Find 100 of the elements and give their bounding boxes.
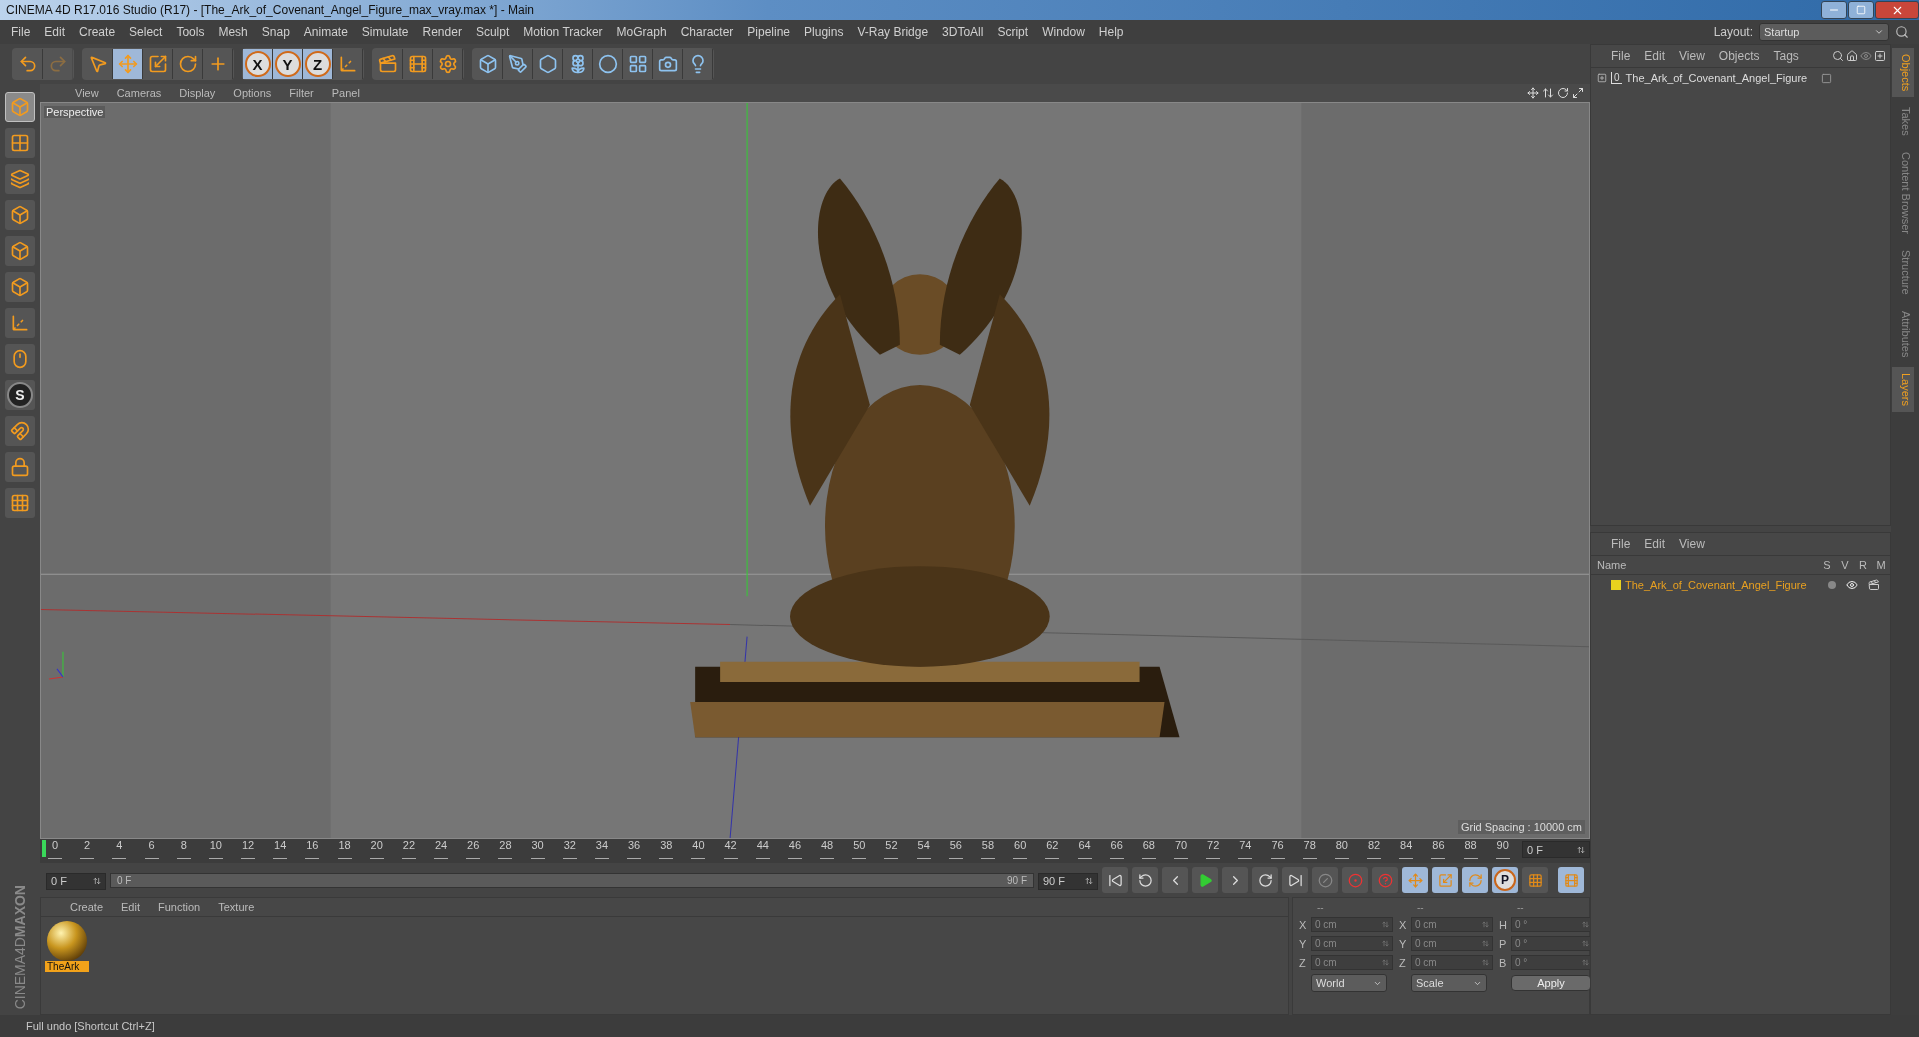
menu-item[interactable]: Pipeline bbox=[740, 25, 798, 39]
home-icon[interactable] bbox=[1846, 50, 1858, 62]
menu-item[interactable]: Character bbox=[673, 25, 741, 39]
viewport[interactable]: Perspective Grid Spacing : 10000 cm bbox=[40, 102, 1590, 839]
search-icon[interactable] bbox=[1832, 50, 1844, 62]
playhead-marker[interactable] bbox=[42, 840, 46, 857]
mode-dropdown[interactable]: Scale bbox=[1411, 974, 1487, 992]
menu-item[interactable]: MoGraph bbox=[609, 25, 674, 39]
mode-button[interactable] bbox=[5, 272, 35, 302]
objects-menu-item[interactable]: Tags bbox=[1767, 49, 1805, 63]
menu-item[interactable]: Mesh bbox=[211, 25, 255, 39]
apply-button[interactable]: Apply bbox=[1511, 975, 1590, 991]
start-frame-field[interactable]: 0 F bbox=[46, 872, 106, 890]
menu-item[interactable]: V-Ray Bridge bbox=[850, 25, 936, 39]
menu-item[interactable]: Plugins bbox=[797, 25, 851, 39]
search-icon[interactable] bbox=[1895, 25, 1909, 39]
menu-item[interactable]: Snap bbox=[254, 25, 297, 39]
go-to-end-button[interactable] bbox=[1282, 867, 1308, 893]
previous-key-button[interactable] bbox=[1132, 867, 1158, 893]
side-tab[interactable]: Content Browser bbox=[1892, 146, 1914, 240]
close-button[interactable] bbox=[1875, 1, 1919, 19]
menu-item[interactable]: Sculpt bbox=[468, 25, 517, 39]
coordinate-field[interactable]: 0 ° bbox=[1511, 936, 1590, 951]
eye-icon[interactable] bbox=[1846, 579, 1858, 591]
move-tool[interactable] bbox=[113, 49, 143, 79]
dolly-icon[interactable] bbox=[1542, 87, 1554, 99]
layers-menu-item[interactable]: View bbox=[1673, 537, 1711, 551]
layers-menu-item[interactable]: File bbox=[1605, 537, 1637, 551]
coordinate-field[interactable]: 0 cm bbox=[1411, 955, 1493, 970]
menu-item[interactable]: Edit bbox=[37, 25, 73, 39]
point-level-button[interactable] bbox=[1522, 867, 1548, 893]
orbit-icon[interactable] bbox=[1557, 87, 1569, 99]
next-key-button[interactable] bbox=[1252, 867, 1278, 893]
mode-button[interactable]: S bbox=[5, 380, 35, 410]
objects-menu-item[interactable]: File bbox=[1605, 49, 1637, 63]
menu-item[interactable]: Help bbox=[1091, 25, 1131, 39]
minimize-button[interactable] bbox=[1821, 1, 1847, 19]
go-to-start-button[interactable] bbox=[1102, 867, 1128, 893]
layers-menu-item[interactable]: Edit bbox=[1638, 537, 1672, 551]
layout-dropdown[interactable]: Startup bbox=[1759, 23, 1889, 41]
play-button[interactable] bbox=[1192, 867, 1218, 893]
viewport-menu-item[interactable]: Cameras bbox=[107, 87, 171, 99]
material-menu-item[interactable]: Function bbox=[149, 901, 210, 913]
objects-menu-item[interactable]: Objects bbox=[1712, 49, 1766, 63]
material-name[interactable]: TheArk bbox=[45, 961, 89, 972]
menu-item[interactable]: 3DToAll bbox=[935, 25, 991, 39]
menu-item[interactable]: Simulate bbox=[354, 25, 416, 39]
mode-button[interactable] bbox=[5, 452, 35, 482]
viewport-menu-item[interactable]: Panel bbox=[322, 87, 369, 99]
coordinate-field[interactable]: 0 cm bbox=[1311, 936, 1393, 951]
layer-color-swatch[interactable] bbox=[1611, 580, 1621, 590]
pan-icon[interactable] bbox=[1527, 87, 1539, 99]
mode-button[interactable] bbox=[5, 416, 35, 446]
side-tab[interactable]: Takes bbox=[1892, 101, 1914, 143]
z-axis-toggle[interactable]: Z bbox=[303, 49, 333, 79]
mode-button[interactable] bbox=[5, 236, 35, 266]
side-tab[interactable]: Structure bbox=[1892, 244, 1914, 301]
material-menu-item[interactable]: Texture bbox=[209, 901, 264, 913]
menu-item[interactable]: Select bbox=[122, 25, 170, 39]
mode-button[interactable] bbox=[5, 308, 35, 338]
expand-icon[interactable] bbox=[1597, 73, 1607, 83]
y-axis-toggle[interactable]: Y bbox=[273, 49, 303, 79]
clapperboard-icon[interactable] bbox=[1868, 579, 1880, 591]
coordinate-field[interactable]: 0 cm bbox=[1411, 917, 1493, 932]
object-name[interactable]: The_Ark_of_Covenant_Angel_Figure bbox=[1625, 72, 1808, 84]
menu-item[interactable]: Tools bbox=[169, 25, 212, 39]
coordinate-field[interactable]: 0 cm bbox=[1311, 917, 1393, 932]
material-menu-item[interactable]: Create bbox=[61, 901, 113, 913]
viewport-menu-item[interactable]: Display bbox=[170, 87, 225, 99]
menu-item[interactable]: File bbox=[4, 25, 38, 39]
viewport-menu-item[interactable]: Filter bbox=[280, 87, 323, 99]
new-panel-icon[interactable] bbox=[1874, 50, 1886, 62]
mode-button[interactable] bbox=[5, 128, 35, 158]
menu-item[interactable]: Render bbox=[415, 25, 469, 39]
frame-range-slider[interactable]: 0 F 90 F bbox=[111, 873, 1033, 887]
side-tab[interactable]: Attributes bbox=[1892, 304, 1914, 364]
solo-dot[interactable] bbox=[1828, 581, 1836, 589]
mode-button[interactable] bbox=[5, 164, 35, 194]
coordinate-field[interactable]: 0 cm bbox=[1311, 955, 1393, 970]
menu-item[interactable]: Animate bbox=[296, 25, 355, 39]
end-frame-field[interactable]: 90 F bbox=[1038, 872, 1098, 890]
mode-button[interactable] bbox=[5, 200, 35, 230]
current-frame-field[interactable]: 0 F bbox=[1522, 841, 1590, 858]
layer-name[interactable]: The_Ark_of_Covenant_Angel_Figure bbox=[1625, 579, 1807, 591]
coordinate-field[interactable]: 0 cm bbox=[1411, 936, 1493, 951]
side-tab[interactable]: Objects bbox=[1892, 48, 1914, 98]
menu-item[interactable]: Motion Tracker bbox=[516, 25, 610, 39]
menu-item[interactable]: Script bbox=[990, 25, 1036, 39]
material-menu-item[interactable]: Edit bbox=[112, 901, 149, 913]
maximize-view-icon[interactable] bbox=[1572, 87, 1584, 99]
parameter-key-button[interactable]: P bbox=[1492, 867, 1518, 893]
menu-item[interactable]: Window bbox=[1035, 25, 1092, 39]
mode-button[interactable] bbox=[5, 488, 35, 518]
objects-menu-item[interactable]: Edit bbox=[1638, 49, 1672, 63]
viewport-menu-item[interactable]: Options bbox=[224, 87, 281, 99]
menu-item[interactable]: Create bbox=[72, 25, 123, 39]
next-frame-button[interactable] bbox=[1222, 867, 1248, 893]
maximize-button[interactable] bbox=[1848, 1, 1874, 19]
mode-button[interactable] bbox=[5, 344, 35, 374]
viewport-menu-item[interactable]: View bbox=[66, 87, 108, 99]
